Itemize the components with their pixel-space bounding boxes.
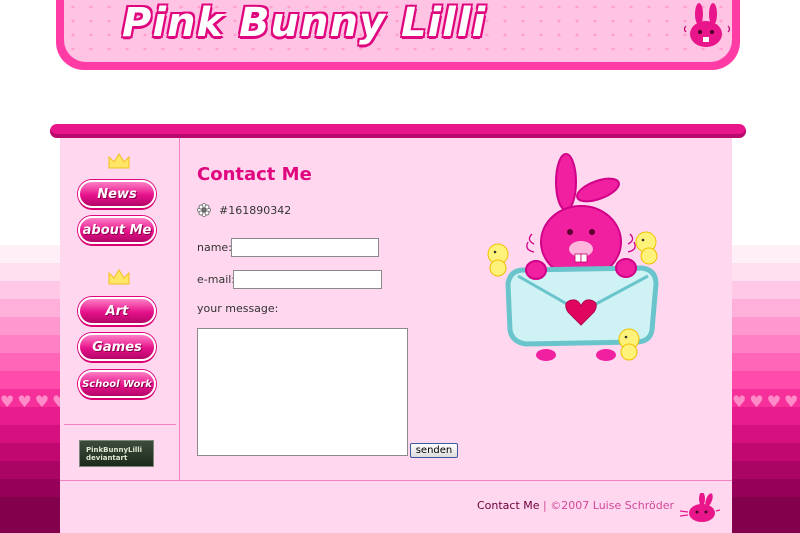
name-input[interactable] [231,238,379,257]
bunny-footer-icon [679,493,720,522]
footer-contact-link[interactable]: Contact Me [477,499,540,512]
content-area: Contact Me #161890342 name: e-mail: your… [181,138,732,480]
nav-news-button[interactable]: News [78,180,156,208]
hearts-decoration-right: ♥♥♥♥♥♥ [732,392,800,411]
header-banner: Pink Bunny Lilli [56,0,740,70]
send-button[interactable]: senden [410,443,458,458]
email-label: e-mail: [197,273,236,286]
icq-row: #161890342 [197,202,291,218]
bunny-logo-icon [683,3,731,47]
email-input[interactable] [233,270,382,289]
crown-icon [108,153,130,169]
icq-number: #161890342 [219,203,292,217]
site-logo[interactable]: Pink Bunny Lilli [122,0,486,46]
hearts-decoration-left: ♥♥♥♥♥♥ [0,392,60,411]
footer: Contact Me | ©2007 Luise Schröder [60,480,732,533]
footer-copyright: ©2007 Luise Schröder [550,499,674,512]
name-label: name: [197,241,232,254]
page-title: Contact Me [197,164,312,185]
deviantart-badge[interactable]: PinkBunnyLilli deviantart [79,440,154,467]
message-textarea[interactable] [197,328,408,456]
main-panel: News about Me Art Games School Work Pink… [60,138,732,533]
message-label: your message: [197,302,279,315]
nav-games-button[interactable]: Games [78,333,156,361]
footer-text: Contact Me | ©2007 Luise Schröder [477,499,674,512]
nav-about-button[interactable]: about Me [78,216,156,244]
sidebar-divider [64,424,176,425]
header-inner: Pink Bunny Lilli [64,0,732,62]
footer-separator: | [543,499,547,512]
sidebar: News about Me Art Games School Work Pink… [60,138,180,480]
crown-icon [108,269,130,285]
bunny-envelope-illustration [487,153,659,361]
nav-school-work-button[interactable]: School Work [78,370,156,398]
top-divider-bar [50,124,746,138]
nav-art-button[interactable]: Art [78,297,156,325]
icq-flower-icon [197,203,211,217]
